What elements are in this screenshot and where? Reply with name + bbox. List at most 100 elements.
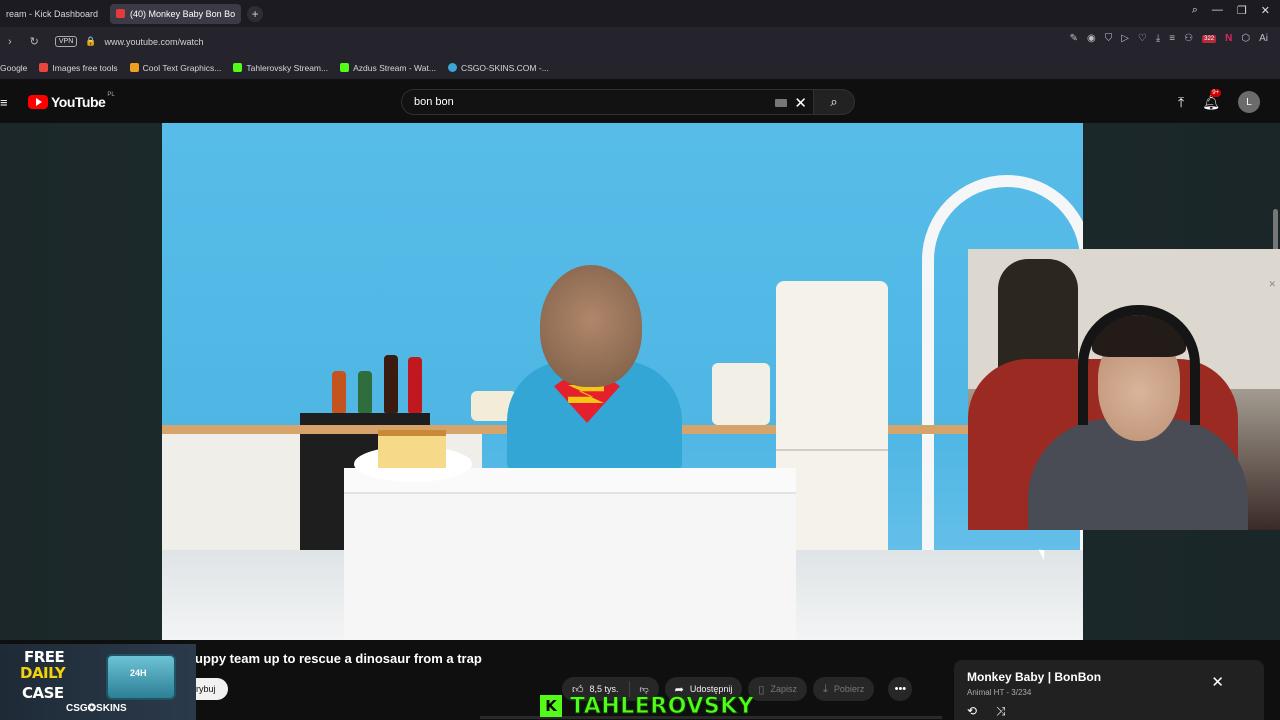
forward-icon[interactable]: ›	[8, 36, 12, 48]
tab-youtube[interactable]: (40) Monkey Baby Bon Bo	[110, 3, 242, 24]
condiment-bottles	[332, 355, 428, 413]
address-tools: ✎ ◉ ⛉ ▷ ♡ ⤓ ≡ ⚇ 322 N ⬡ Ai	[1070, 33, 1268, 44]
tab-kick-dashboard[interactable]: ream - Kick Dashboard	[0, 4, 104, 24]
bookmark-label: Azdus Stream - Wat...	[353, 62, 436, 73]
camera-icon[interactable]: ◉	[1087, 33, 1096, 44]
video-title: uppy team up to rescue a dinosaur from a…	[195, 651, 482, 666]
download-label: Pobierz	[833, 684, 865, 694]
bookmark-label: CSGO-SKINS.COM -...	[460, 62, 549, 73]
edit-icon[interactable]: ✎	[1070, 33, 1078, 44]
new-tab-button[interactable]: +	[247, 5, 264, 22]
vpn-badge[interactable]: VPN	[54, 36, 78, 47]
hamburger-menu-icon[interactable]: ≡	[0, 95, 8, 110]
streamer-name: TAHLEROVSKY	[569, 693, 755, 719]
tab-label: ream - Kick Dashboard	[6, 8, 99, 19]
bookmark-icon: ▯	[758, 683, 765, 696]
bookmark-favicon-icon	[129, 63, 139, 72]
avatar[interactable]: L	[1238, 91, 1260, 113]
tab-label: (40) Monkey Baby Bon Bo	[130, 8, 236, 19]
play-icon[interactable]: ▷	[1121, 33, 1129, 44]
lock-icon: 🔒	[85, 36, 97, 46]
csgo-skins-promo: FREE DAILY CASE 24H CSG✪SKINS	[0, 644, 196, 720]
kick-icon	[233, 63, 243, 72]
screen: ream - Kick Dashboard (40) Monkey Baby B…	[0, 0, 1280, 720]
bookmark-label: Cool Text Graphics...	[142, 62, 222, 73]
streamer-name-overlay: K TAHLEROVSKY	[540, 693, 755, 719]
header-actions: ⤒ 🔔︎ 9+ L	[1178, 88, 1260, 113]
profile-icon[interactable]: ⚇	[1184, 33, 1193, 44]
search-button[interactable]: ⌕	[813, 89, 855, 115]
bookmark-label: Google	[0, 62, 28, 73]
clear-search-icon[interactable]: ✕	[794, 94, 807, 112]
reload-icon[interactable]: ↻	[30, 35, 39, 48]
monkey-head	[540, 265, 642, 387]
menu-icon[interactable]: ≡	[1169, 33, 1175, 44]
chest-label: 24H	[130, 668, 147, 678]
restore-icon[interactable]: ❐	[1237, 4, 1247, 17]
search-icon: ⌕	[830, 94, 838, 109]
logo-text: YouTube	[51, 94, 106, 110]
bookmark-tahlerovsky[interactable]: Tahlerovsky Stream...	[233, 63, 328, 73]
extension-badge[interactable]: 322	[1202, 34, 1217, 43]
notifications-button[interactable]: 🔔︎ 9+	[1202, 88, 1222, 111]
playlist-title: Monkey Baby | BonBon	[967, 670, 1102, 684]
bookmark-azdus[interactable]: Azdus Stream - Wat...	[340, 63, 436, 73]
coffee-machine	[712, 363, 770, 425]
more-icon: •••	[894, 683, 907, 695]
video-player[interactable]	[162, 123, 1083, 640]
ai-button[interactable]: Ai	[1259, 33, 1268, 44]
promo-line: CASE	[22, 684, 64, 702]
search-value: bon bon	[414, 96, 454, 108]
kick-logo-icon: K	[540, 695, 562, 717]
save-label: Zapisz	[770, 684, 797, 694]
bookmark-label: Images free tools	[52, 62, 118, 73]
more-actions-button[interactable]: •••	[888, 677, 913, 701]
upload-icon[interactable]: ⤒	[1178, 94, 1184, 111]
close-icon[interactable]: ✕	[1211, 673, 1224, 691]
download-icon[interactable]: ⤓	[1156, 33, 1160, 44]
search-icon[interactable]: ⌕	[1192, 4, 1198, 17]
loop-icon[interactable]: ⟲	[967, 704, 977, 718]
playlist-subtitle: Animal HT - 3/234	[967, 688, 1032, 697]
download-icon: ⤓	[822, 682, 828, 695]
close-icon[interactable]: ✕	[1268, 279, 1276, 290]
bookmark-csgo-skins[interactable]: CSGO-SKINS.COM -...	[447, 62, 549, 73]
share-label: Udostępnij	[689, 684, 733, 694]
youtube-header: ≡ YouTube PL bon bon ✕ ⌕ ⤒ 🔔︎ 9+ L	[0, 81, 1280, 123]
youtube-favicon-icon	[116, 9, 126, 18]
shuffle-icon[interactable]: ⤨	[996, 704, 1006, 719]
bookmark-google[interactable]: Google	[0, 63, 27, 73]
download-button[interactable]: ⤓ Pobierz	[812, 677, 875, 701]
extension-n-icon[interactable]: N	[1225, 33, 1232, 44]
youtube-play-icon	[28, 95, 48, 109]
search-input[interactable]: bon bon ✕	[401, 89, 813, 115]
promo-brand: CSG✪SKINS	[66, 703, 127, 714]
browser-tab-bar: ream - Kick Dashboard (40) Monkey Baby B…	[0, 0, 1280, 27]
minimize-icon[interactable]: —	[1212, 4, 1223, 17]
address-bar: › ↻ VPN 🔒 www.youtube.com/watch ✎ ◉ ⛉ ▷ …	[0, 27, 1280, 56]
close-icon[interactable]: ✕	[1261, 4, 1270, 17]
youtube-logo[interactable]: YouTube PL	[28, 92, 115, 110]
shield-icon[interactable]: ⛉	[1105, 33, 1113, 44]
save-button[interactable]: ▯ Zapisz	[748, 677, 807, 701]
window-controls: ⌕ — ❐ ✕	[1192, 4, 1270, 17]
kick-icon	[340, 63, 350, 72]
bookmark-favicon-icon	[447, 63, 457, 72]
bookmark-cool-text[interactable]: Cool Text Graphics...	[129, 62, 222, 73]
bookmarks-bar: Google Images free tools Cool Text Graph…	[0, 56, 1280, 80]
playlist-panel: Monkey Baby | BonBon Animal HT - 3/234 ✕…	[954, 660, 1264, 720]
cake	[378, 430, 446, 468]
keyboard-icon[interactable]	[775, 99, 787, 107]
bookmark-images-free-tools[interactable]: Images free tools	[39, 62, 118, 73]
bookmark-favicon-icon	[39, 63, 49, 72]
like-count: 8,5 tys.	[589, 684, 619, 694]
bookmark-label: Tahlerovsky Stream...	[246, 62, 329, 73]
url-field[interactable]: www.youtube.com/watch	[105, 37, 204, 47]
promo-line: DAILY	[20, 664, 66, 682]
case-chest-icon: 24H	[106, 654, 176, 700]
cube-icon[interactable]: ⬡	[1241, 33, 1250, 44]
notifications-badge: 9+	[1210, 88, 1222, 97]
region-code: PL	[107, 92, 115, 98]
heart-icon[interactable]: ♡	[1138, 33, 1147, 44]
webcam-overlay: ✕	[968, 249, 1280, 530]
